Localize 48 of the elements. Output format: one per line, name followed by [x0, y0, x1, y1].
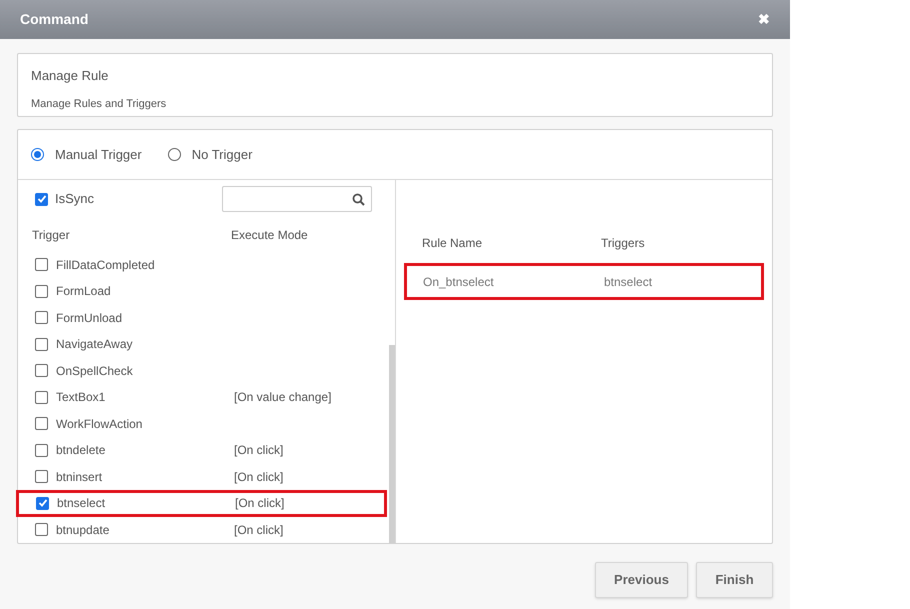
search-icon [352, 192, 365, 206]
column-header: Triggers [601, 235, 645, 252]
checkbox[interactable] [35, 192, 48, 206]
column-header: Execute Mode [231, 227, 308, 244]
rule-trigger: btnselect [604, 274, 652, 290]
rule-name: On_btnselect [423, 274, 495, 290]
radio-button[interactable] [168, 148, 181, 161]
dialog-button[interactable]: Finish [696, 562, 773, 598]
trigger-name: OnSpellCheck [55, 362, 134, 380]
trigger-name: btndelete [55, 442, 106, 460]
trigger-name: FormUnload [55, 310, 124, 327]
section-title: Manage Rule [31, 67, 110, 85]
checkbox[interactable] [35, 444, 48, 457]
close-button[interactable]: ✖ [758, 9, 770, 30]
execute-mode: [On value change] [234, 389, 332, 406]
trigger-name: btnupdate [55, 522, 110, 539]
checkbox[interactable] [35, 284, 48, 298]
checkbox[interactable] [35, 470, 48, 484]
execute-mode: [On click] [234, 522, 284, 539]
execute-mode: [On click] [235, 495, 284, 512]
checkbox[interactable] [35, 390, 48, 404]
search-field[interactable] [222, 186, 372, 212]
checkbox[interactable] [35, 364, 48, 378]
radio-button[interactable] [31, 148, 44, 161]
checkbox[interactable] [35, 338, 48, 351]
execute-mode: [On click] [234, 442, 284, 460]
checkbox[interactable] [35, 258, 48, 272]
trigger-name: FillDataCompleted [55, 256, 156, 274]
checkbox[interactable] [35, 417, 48, 430]
trigger-name: btnselect [56, 495, 106, 512]
radio-label: Manual Trigger [55, 146, 142, 164]
checkbox[interactable] [35, 523, 48, 536]
trigger-name: btninsert [55, 468, 104, 486]
scrollbar[interactable] [389, 345, 395, 543]
checkbox-label: IsSync [55, 190, 94, 208]
column-header: Rule Name [422, 235, 484, 252]
trigger-name: FormLoad [55, 283, 112, 300]
checkbox[interactable] [35, 311, 48, 324]
window-title: Command [20, 10, 88, 29]
execute-mode: [On click] [234, 468, 284, 486]
column-header: Trigger [32, 227, 71, 244]
checkbox[interactable] [36, 496, 49, 510]
dialog-button[interactable]: Previous [595, 562, 688, 598]
radio-label: No Trigger [192, 146, 252, 164]
trigger-name: TextBox1 [55, 389, 106, 406]
section-subtitle: Manage Rules and Triggers [31, 96, 168, 112]
trigger-name: NavigateAway [55, 336, 134, 354]
trigger-name: WorkFlowAction [55, 416, 144, 433]
